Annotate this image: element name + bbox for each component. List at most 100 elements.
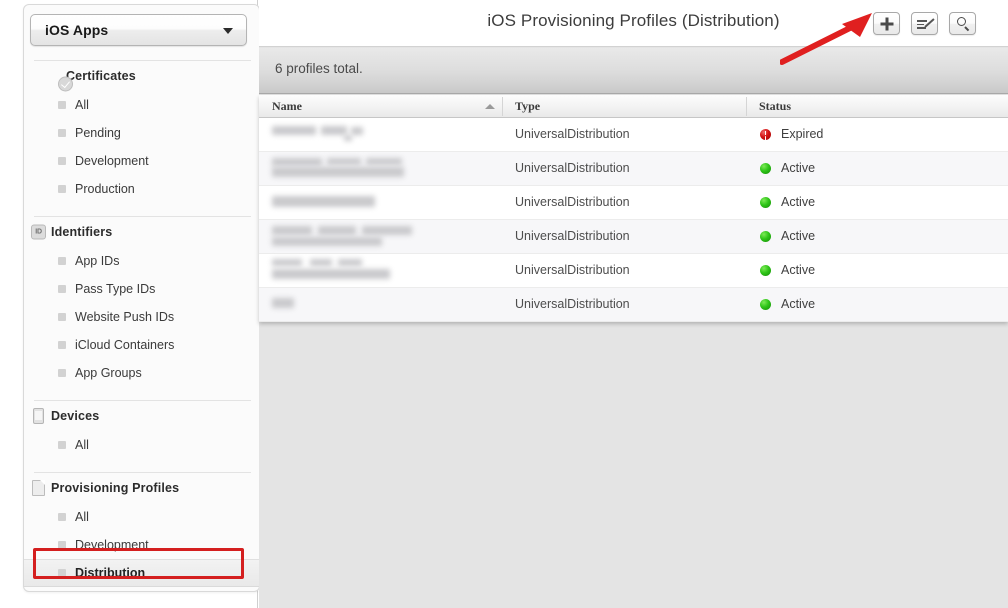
id-badge-icon: ID: [31, 224, 46, 240]
sidebar-group-header-devices[interactable]: Devices: [24, 401, 261, 431]
table-header-row: Name Type Status: [259, 95, 1008, 118]
sidebar-item-label: Pass Type IDs: [75, 282, 156, 296]
bullet-icon: [58, 157, 66, 165]
sidebar-group-header-identifiers[interactable]: ID Identifiers: [24, 217, 261, 247]
profile-status: Active: [781, 263, 816, 277]
active-dot-icon: [760, 265, 771, 276]
sidebar: iOS Apps Certificates All Pending Develo…: [0, 0, 261, 608]
sidebar-item-pass-type-ids[interactable]: Pass Type IDs: [24, 275, 261, 303]
sidebar-item-profiles-distribution[interactable]: Distribution: [24, 559, 261, 587]
certificate-seal-icon: [58, 76, 73, 91]
profile-type: UniversalDistribution: [515, 229, 630, 243]
app-type-select[interactable]: iOS Apps: [30, 14, 247, 46]
profile-status: Active: [781, 161, 816, 175]
sidebar-item-label: Production: [75, 182, 135, 196]
sidebar-item-label: All: [75, 438, 89, 452]
bullet-icon: [58, 185, 66, 193]
bullet-icon: [58, 285, 66, 293]
search-icon: [956, 16, 970, 31]
add-profile-button[interactable]: [873, 12, 900, 35]
bullet-icon: [58, 341, 66, 349]
profiles-table: Name Type Status UniversalDistribution E…: [259, 95, 1008, 322]
sidebar-item-label: Website Push IDs: [75, 310, 175, 324]
plus-icon: [880, 17, 893, 30]
column-divider: [502, 97, 503, 116]
sidebar-group-label: Certificates: [66, 69, 136, 83]
table-row[interactable]: UniversalDistribution Active: [259, 288, 1008, 322]
sidebar-item-profiles-development[interactable]: Development: [24, 531, 261, 559]
profile-status: Active: [781, 195, 816, 209]
sidebar-card: iOS Apps Certificates All Pending Develo…: [23, 4, 261, 592]
table-row[interactable]: UniversalDistribution Active: [259, 254, 1008, 288]
active-dot-icon: [760, 197, 771, 208]
bullet-icon: [58, 101, 66, 109]
sidebar-group-identifiers: ID Identifiers App IDs Pass Type IDs Web…: [24, 216, 261, 387]
profile-type: UniversalDistribution: [515, 297, 630, 311]
table-row[interactable]: UniversalDistribution Active: [259, 186, 1008, 220]
sidebar-item-label: App IDs: [75, 254, 120, 268]
column-divider: [746, 97, 747, 116]
sidebar-item-certificates-development[interactable]: Development: [24, 147, 261, 175]
sidebar-item-label: App Groups: [75, 366, 142, 380]
sidebar-item-certificates-pending[interactable]: Pending: [24, 119, 261, 147]
error-circle-icon: [760, 129, 771, 140]
active-dot-icon: [760, 163, 771, 174]
profile-status: Active: [781, 297, 816, 311]
bullet-icon: [58, 369, 66, 377]
profile-type: UniversalDistribution: [515, 263, 630, 277]
main-content: iOS Provisioning Profiles (Distribution)…: [259, 0, 1008, 608]
sidebar-item-app-ids[interactable]: App IDs: [24, 247, 261, 275]
sidebar-group-provisioning-profiles: Provisioning Profiles All Development Di…: [24, 472, 261, 587]
sidebar-group-label: Identifiers: [51, 225, 113, 239]
table-row[interactable]: UniversalDistribution Expired: [259, 118, 1008, 152]
sidebar-item-app-groups[interactable]: App Groups: [24, 359, 261, 387]
sidebar-group-certificates: Certificates All Pending Development Pro…: [24, 60, 261, 203]
profile-status: Active: [781, 229, 816, 243]
profiles-total-count: 6 profiles total.: [275, 61, 363, 76]
sidebar-item-website-push-ids[interactable]: Website Push IDs: [24, 303, 261, 331]
profile-type: UniversalDistribution: [515, 195, 630, 209]
sidebar-item-label: iCloud Containers: [75, 338, 175, 352]
bullet-icon: [58, 569, 66, 577]
sidebar-item-label: Pending: [75, 126, 121, 140]
sidebar-item-profiles-all[interactable]: All: [24, 503, 261, 531]
bullet-icon: [58, 129, 66, 137]
search-button[interactable]: [949, 12, 976, 35]
sidebar-item-label: All: [75, 98, 89, 112]
sidebar-group-header-certificates[interactable]: Certificates: [24, 61, 261, 91]
sidebar-item-label: Development: [75, 538, 149, 552]
sidebar-item-label: Development: [75, 154, 149, 168]
device-phone-icon: [33, 408, 44, 424]
column-header-status[interactable]: Status: [759, 99, 791, 114]
profile-type: UniversalDistribution: [515, 127, 630, 141]
active-dot-icon: [760, 231, 771, 242]
bullet-icon: [58, 313, 66, 321]
table-row[interactable]: UniversalDistribution Active: [259, 152, 1008, 186]
document-icon: [32, 480, 45, 496]
active-dot-icon: [760, 299, 771, 310]
edit-pencil-icon: [917, 18, 935, 30]
sidebar-group-header-provisioning-profiles[interactable]: Provisioning Profiles: [24, 473, 261, 503]
app-window: iOS Apps Certificates All Pending Develo…: [0, 0, 1008, 608]
table-row[interactable]: UniversalDistribution Active: [259, 220, 1008, 254]
sort-ascending-icon: [485, 104, 495, 109]
sidebar-item-certificates-production[interactable]: Production: [24, 175, 261, 203]
sidebar-nav: Certificates All Pending Development Pro…: [24, 60, 261, 587]
sidebar-item-label: Distribution: [75, 566, 146, 580]
bullet-icon: [58, 441, 66, 449]
column-header-type[interactable]: Type: [515, 99, 540, 114]
chevron-down-icon: [223, 28, 233, 34]
sidebar-item-devices-all[interactable]: All: [24, 431, 261, 459]
sidebar-group-label: Devices: [51, 409, 100, 423]
bullet-icon: [58, 257, 66, 265]
edit-profiles-button[interactable]: [911, 12, 938, 35]
column-header-name[interactable]: Name: [272, 99, 302, 114]
sidebar-item-certificates-all[interactable]: All: [24, 91, 261, 119]
bullet-icon: [58, 513, 66, 521]
sidebar-group-devices: Devices All: [24, 400, 261, 459]
profile-type: UniversalDistribution: [515, 161, 630, 175]
app-type-select-value: iOS Apps: [45, 22, 109, 38]
sidebar-item-icloud-containers[interactable]: iCloud Containers: [24, 331, 261, 359]
summary-bar: 6 profiles total.: [259, 48, 1008, 94]
profile-status: Expired: [781, 127, 824, 141]
